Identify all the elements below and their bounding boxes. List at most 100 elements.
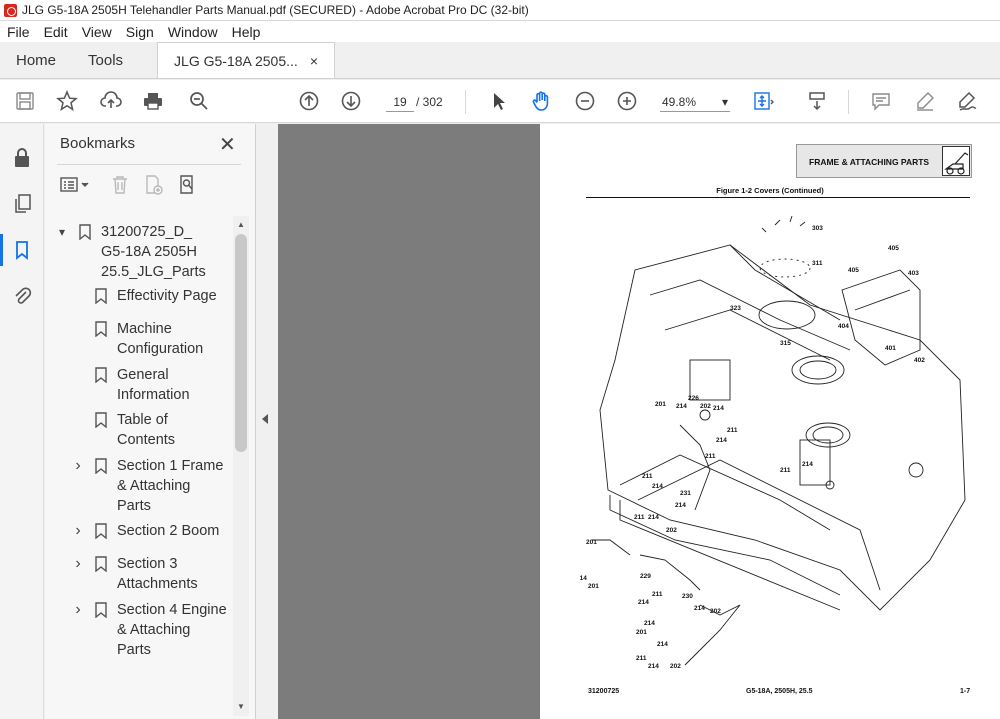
callout-label: 201 — [588, 583, 599, 590]
callout-label: 230 — [682, 593, 693, 600]
window-titlebar: JLG G5-18A 2505H Telehandler Parts Manua… — [0, 0, 1000, 21]
callout-label: 214 — [648, 514, 659, 521]
next-page-icon[interactable] — [338, 88, 364, 114]
callout-label: 201 — [655, 401, 666, 408]
callout-label: 214 — [657, 641, 668, 648]
menu-edit[interactable]: Edit — [37, 24, 75, 40]
print-icon[interactable] — [140, 88, 166, 114]
callout-label: 405 — [848, 267, 859, 274]
select-cursor-icon[interactable] — [486, 88, 512, 114]
zoom-level-dropdown[interactable]: 49.8% ▾ — [660, 92, 730, 112]
menu-help[interactable]: Help — [225, 24, 268, 40]
main-toolbar: 19 / 302 49.8% ▾ — [0, 80, 1000, 123]
bookmark-label: Section 4 Engine & Attaching Parts — [117, 602, 227, 658]
hand-tool-icon[interactable] — [528, 88, 554, 114]
callout-label: 315 — [780, 340, 791, 347]
bookmark-icon — [95, 288, 107, 305]
bookmarks-panel: Bookmarks ✕ ▾ 31200725_D_ G5-18A 2505H 2… — [45, 124, 256, 719]
chevron-right-icon[interactable]: › — [71, 456, 85, 476]
page-number-input[interactable]: 19 — [386, 92, 414, 112]
tab-document[interactable]: JLG G5-18A 2505... × — [157, 42, 336, 78]
cloud-upload-icon[interactable] — [98, 88, 124, 114]
zoom-out-icon[interactable] — [572, 88, 598, 114]
telehandler-section-icon — [942, 146, 970, 176]
footer-page-number: 1-7 — [960, 688, 971, 695]
callout-label: 403 — [908, 270, 919, 277]
chevron-right-icon[interactable]: › — [71, 554, 85, 574]
bookmark-find-icon[interactable] — [175, 172, 201, 198]
toolbar-separator — [848, 90, 849, 114]
bookmark-icon — [95, 412, 107, 429]
zoom-level-value: 49.8% — [662, 95, 697, 109]
callout-label: 311 — [812, 260, 823, 267]
sign-icon[interactable] — [954, 88, 980, 114]
new-bookmark-icon[interactable] — [141, 172, 167, 198]
delete-bookmark-icon[interactable] — [107, 172, 133, 198]
callout-label: 214 — [676, 403, 687, 410]
bookmark-icon — [95, 367, 107, 384]
bookmark-icon — [95, 458, 107, 475]
navigation-rail — [0, 124, 44, 719]
bookmarks-toolbar — [57, 172, 247, 198]
tab-close-icon[interactable]: × — [310, 53, 318, 69]
scroll-down-icon[interactable]: ▼ — [235, 700, 247, 714]
bookmark-options-icon[interactable] — [57, 172, 95, 198]
bookmark-icon — [95, 523, 107, 540]
menu-sign[interactable]: Sign — [119, 24, 161, 40]
document-viewer[interactable]: FRAME & ATTACHING PARTS Figure 1-2 Cover… — [278, 124, 1000, 719]
callout-label: 202 — [666, 527, 677, 534]
callout-label: 214 — [713, 405, 724, 412]
callout-label: 303 — [812, 225, 823, 232]
bookmark-label: Machine Configuration — [117, 321, 204, 357]
previous-page-icon[interactable] — [296, 88, 322, 114]
page-thumbnails-icon[interactable] — [10, 192, 34, 216]
footer-document-number: 31200725 — [588, 688, 620, 695]
figure-caption: Figure 1-2 Covers (Continued) — [716, 186, 824, 195]
save-icon[interactable] — [12, 88, 38, 114]
chevron-right-icon[interactable]: › — [71, 600, 85, 620]
zoom-search-icon[interactable] — [186, 88, 212, 114]
callout-label: 214 — [580, 575, 587, 582]
highlight-pen-icon[interactable] — [912, 88, 938, 114]
callout-label: 214 — [644, 620, 655, 627]
lock-icon[interactable] — [10, 146, 34, 170]
callout-label: 201 — [636, 629, 647, 636]
bookmarks-tree: ▾ 31200725_D_ G5-18A 2505H 25.5_JLG_Part… — [45, 216, 233, 716]
callout-label: 202 — [710, 608, 721, 615]
collapse-panel-icon[interactable] — [262, 414, 268, 424]
panel-collapse-strip[interactable] — [256, 124, 278, 719]
star-icon[interactable] — [54, 88, 80, 114]
menu-file[interactable]: File — [0, 24, 37, 40]
zoom-in-icon[interactable] — [614, 88, 640, 114]
menu-bar: File Edit View Sign Window Help — [0, 21, 1000, 42]
bookmark-label: Section 2 Boom — [117, 523, 220, 539]
attachment-paperclip-icon[interactable] — [10, 284, 34, 308]
scroll-mode-icon[interactable] — [804, 88, 830, 114]
callout-label: 201 — [586, 539, 597, 546]
callout-label: 211 — [634, 514, 645, 521]
callout-label: 202 — [700, 403, 711, 410]
parts-exploded-drawing: 303 311 323 315 405 405 403 404 401 402 … — [580, 215, 966, 670]
bookmark-label: General Information — [117, 367, 190, 403]
tab-bar: Home Tools JLG G5-18A 2505... × — [0, 42, 1000, 79]
callout-label: 229 — [640, 573, 651, 580]
callout-label: 202 — [670, 663, 681, 670]
close-icon[interactable]: ✕ — [219, 132, 236, 157]
tab-home[interactable]: Home — [0, 42, 72, 78]
bookmark-label: Section 3 Attachments — [117, 556, 198, 592]
scroll-up-icon[interactable]: ▲ — [235, 218, 247, 232]
bookmark-panel-icon[interactable] — [0, 234, 34, 266]
menu-window[interactable]: Window — [161, 24, 225, 40]
callout-label: 211 — [780, 467, 791, 474]
menu-view[interactable]: View — [75, 24, 119, 40]
fit-page-icon[interactable] — [750, 88, 776, 114]
chevron-right-icon[interactable]: › — [71, 521, 85, 541]
tab-tools[interactable]: Tools — [72, 42, 139, 78]
callout-label: 211 — [642, 473, 653, 480]
callout-label: 323 — [730, 305, 741, 312]
comment-icon[interactable] — [868, 88, 894, 114]
bookmarks-scroll-thumb[interactable] — [235, 234, 247, 452]
bookmarks-panel-title: Bookmarks — [60, 135, 136, 152]
callout-label: 214 — [638, 599, 649, 606]
chevron-down-icon[interactable]: ▾ — [55, 222, 69, 242]
